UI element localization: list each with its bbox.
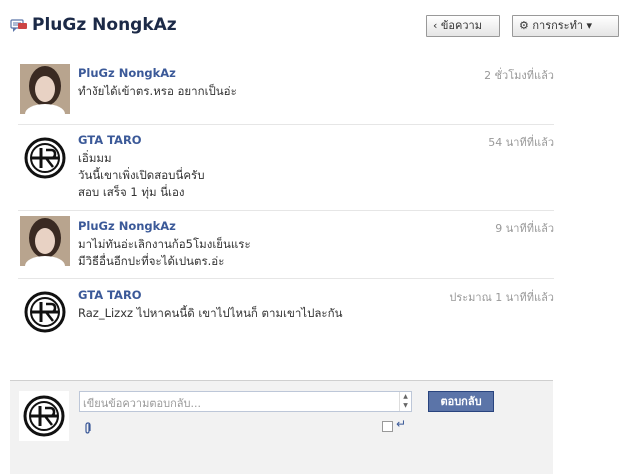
message-body: เอิ่มมม วันนี้เขาเพิ่งเปิดสอบนี่ครับ สอบ… [78,150,205,201]
reply-composer: เขียนข้อความตอบกลับ... ▲ ▼ ตอบกลับ ↵ [10,380,553,474]
photo-avatar[interactable] [20,64,70,114]
message-item: GTA TARO 54 นาทีที่แล้ว เอิ่มมม วันนี้เข… [18,124,554,211]
sender-name[interactable]: PluGz NongkAz [78,219,176,233]
message-line: มีวิธีอื่นอีกปะที่จะได้เปนตร.อ่ะ [78,254,225,268]
message-item: PluGz NongkAz 2 ชั่วโมงที่แล้ว ทำงัยได้เ… [18,58,554,124]
sender-name[interactable]: PluGz NongkAz [78,66,176,80]
paperclip-icon[interactable] [83,421,93,435]
message-time: 2 ชั่วโมงที่แล้ว [484,69,554,82]
message-item: PluGz NongkAz 9 นาทีที่แล้ว มาไม่ทันอ่ะเ… [18,210,554,279]
enter-to-send-checkbox[interactable] [382,421,393,432]
message-line: เอิ่มมม [78,151,112,165]
reply-button[interactable]: ตอบกลับ [428,391,494,412]
sender-name[interactable]: GTA TARO [78,288,142,302]
tr-logo-avatar [19,391,69,441]
message-time: ประมาณ 1 นาทีที่แล้ว [449,291,554,304]
message-line: มาไม่ทันอ่ะเลิกงานก้อ5โมงเย็นแระ [78,237,251,251]
reply-input[interactable]: เขียนข้อความตอบกลับ... ▲ ▼ [79,391,412,412]
message-body: มาไม่ทันอ่ะเลิกงานก้อ5โมงเย็นแระ มีวิธีอ… [78,236,251,270]
reply-placeholder: เขียนข้อความตอบกลับ... [83,397,201,410]
messages-icon [10,19,27,32]
message-line: วันนี้เขาเพิ่งเปิดสอบนี่ครับ [78,168,205,182]
message-item: GTA TARO ประมาณ 1 นาทีที่แล้ว Raz_Lizxz … [18,278,554,349]
message-line: ทำงัยได้เข้าตร.หรอ อยากเป็นอ่ะ [78,84,237,98]
actions-dropdown-button[interactable]: ⚙ การกระทำ ▾ [512,15,619,37]
message-time: 54 นาทีที่แล้ว [488,136,554,149]
page-title: PluGz NongkAz [32,15,177,35]
message-line: Raz_Lizxz ไปหาคนนี้ดิ เขาไปไหนก็ ตามเขาไ… [78,306,343,320]
tr-logo-avatar[interactable] [20,287,70,337]
message-line: สอบ เสร็จ 1 ทุ่ม นี่เอง [78,185,185,199]
sender-name[interactable]: GTA TARO [78,133,142,147]
message-time: 9 นาทีที่แล้ว [495,222,554,235]
message-body: ทำงัยได้เข้าตร.หรอ อยากเป็นอ่ะ [78,83,237,100]
tr-logo-avatar[interactable] [20,133,70,183]
back-to-messages-button[interactable]: ‹ ข้อความ [426,15,500,37]
resize-spinner-icon[interactable]: ▲ ▼ [399,392,411,411]
message-body: Raz_Lizxz ไปหาคนนี้ดิ เขาไปไหนก็ ตามเขาไ… [78,305,342,322]
enter-icon: ↵ [396,417,407,431]
photo-avatar[interactable] [20,216,70,266]
conversation-header: PluGz NongkAz ‹ ข้อความ ⚙ การกระทำ ▾ [0,0,622,56]
